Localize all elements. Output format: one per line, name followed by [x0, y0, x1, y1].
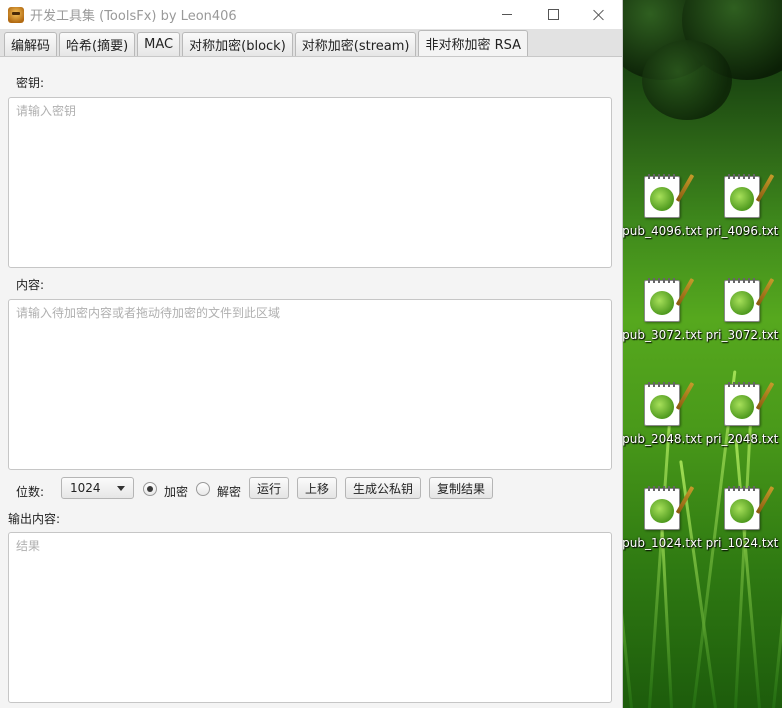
- desktop-file-icon[interactable]: pri_4096.txt: [704, 174, 780, 258]
- desktop-file-icon[interactable]: pri_1024.txt: [704, 486, 780, 570]
- desktop-file-icon[interactable]: pri_3072.txt: [704, 278, 780, 362]
- copy-result-button[interactable]: 复制结果: [429, 477, 493, 499]
- desktop-file-label: pri_1024.txt: [705, 536, 779, 550]
- text-file-icon: [724, 382, 775, 426]
- bits-label: 位数:: [16, 485, 45, 499]
- chevron-down-icon: [117, 486, 125, 491]
- desktop-file-icon[interactable]: pub_3072.txt: [622, 278, 702, 362]
- text-file-icon: [644, 278, 695, 322]
- tab-hash[interactable]: 哈希(摘要): [59, 32, 136, 56]
- desktop-file-icon[interactable]: pub_4096.txt: [622, 174, 702, 258]
- key-input[interactable]: 请输入密钥: [8, 97, 612, 268]
- close-button[interactable]: [576, 0, 622, 29]
- maximize-icon: [547, 9, 559, 20]
- tab-mac[interactable]: MAC: [137, 32, 181, 56]
- tab-bar: 编解码 哈希(摘要) MAC 对称加密(block) 对称加密(stream) …: [0, 29, 622, 57]
- tab-symmetric-block[interactable]: 对称加密(block): [182, 32, 293, 56]
- window-title: 开发工具集 (ToolsFx) by Leon406: [30, 9, 237, 24]
- desktop-file-icon[interactable]: pub_1024.txt: [622, 486, 702, 570]
- tab-asymmetric-rsa[interactable]: 非对称加密 RSA: [418, 30, 529, 56]
- run-button[interactable]: 运行: [249, 477, 289, 499]
- desktop-file-icon[interactable]: pri_2048.txt: [704, 382, 780, 466]
- tab-encode-decode[interactable]: 编解码: [4, 32, 58, 56]
- maximize-button[interactable]: [530, 0, 576, 29]
- minimize-button[interactable]: [484, 0, 530, 29]
- desktop-file-label: pub_3072.txt: [622, 328, 702, 342]
- minimize-icon: [502, 14, 512, 15]
- tab-symmetric-stream[interactable]: 对称加密(stream): [294, 32, 417, 56]
- generate-keys-button[interactable]: 生成公私钥: [345, 477, 421, 499]
- desktop-file-label: pri_2048.txt: [705, 432, 779, 446]
- controls-row: 位数: 1024 加密 解密 运行 上移 生成公私钥 复制结果: [0, 477, 622, 503]
- desktop-file-icon[interactable]: pub_2048.txt: [622, 382, 702, 466]
- close-icon: [593, 9, 605, 21]
- desktop-file-label: pub_1024.txt: [622, 536, 702, 550]
- text-file-icon: [644, 174, 695, 218]
- app-logo-icon: [8, 6, 24, 23]
- bits-select[interactable]: 1024: [61, 477, 134, 499]
- text-file-icon: [724, 486, 775, 530]
- tree-foliage: [642, 40, 732, 120]
- encrypt-radio[interactable]: [143, 482, 157, 496]
- desktop-file-label: pri_3072.txt: [705, 328, 779, 342]
- text-file-icon: [724, 174, 775, 218]
- decrypt-radio[interactable]: [196, 482, 210, 496]
- move-up-button[interactable]: 上移: [297, 477, 337, 499]
- content-input[interactable]: 请输入待加密内容或者拖动待加密的文件到此区域: [8, 299, 612, 470]
- desktop-file-label: pub_4096.txt: [622, 224, 702, 238]
- app-window: 开发工具集 (ToolsFx) by Leon406 编解码 哈希(摘要) MA…: [0, 0, 623, 708]
- desktop-file-label: pri_4096.txt: [705, 224, 779, 238]
- text-file-icon: [644, 486, 695, 530]
- output-label: 输出内容:: [8, 512, 61, 526]
- encrypt-radio-label[interactable]: 加密: [164, 483, 188, 500]
- decrypt-radio-label[interactable]: 解密: [217, 483, 241, 500]
- text-file-icon: [644, 382, 695, 426]
- output-textarea[interactable]: 结果: [8, 532, 612, 703]
- title-bar[interactable]: 开发工具集 (ToolsFx) by Leon406: [0, 0, 622, 29]
- bits-select-value: 1024: [70, 481, 101, 495]
- text-file-icon: [724, 278, 775, 322]
- key-label: 密钥:: [16, 76, 45, 90]
- desktop-background: pub_4096.txt pri_4096.txt pub_3072.txt p…: [622, 0, 782, 708]
- desktop-file-label: pub_2048.txt: [622, 432, 702, 446]
- content-label: 内容:: [16, 278, 45, 292]
